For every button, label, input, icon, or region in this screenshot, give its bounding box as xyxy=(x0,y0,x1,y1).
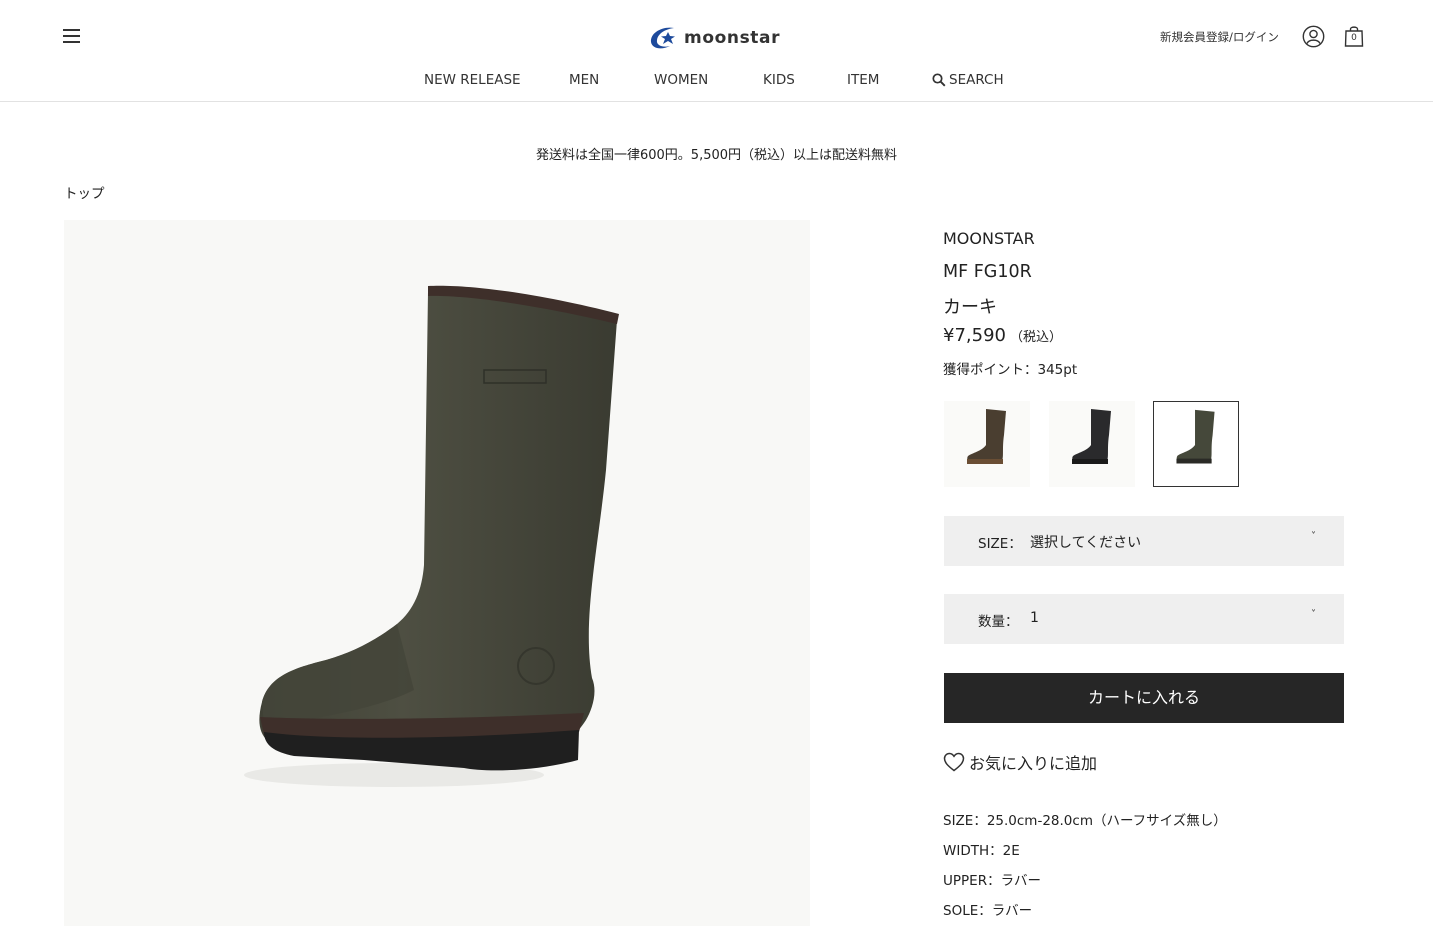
product-main-image[interactable] xyxy=(64,220,810,926)
site-logo[interactable]: moonstar xyxy=(648,24,780,52)
rain-boot-image xyxy=(244,285,619,787)
site-header: moonstar 新規会員登録/ログイン 0 NEW RELEASE MEN W… xyxy=(0,0,1433,102)
spec-width: WIDTH：2E xyxy=(943,843,1020,859)
quantity-select[interactable]: 数量： 1 ˅ xyxy=(944,594,1344,644)
search-icon xyxy=(932,73,946,87)
reward-points: 獲得ポイント：345pt xyxy=(943,362,1078,378)
nav-new-release[interactable]: NEW RELEASE xyxy=(424,72,521,88)
size-select-label: SIZE： xyxy=(978,536,1022,552)
add-to-cart-button[interactable]: カートに入れる xyxy=(944,673,1344,723)
spec-sole: SOLE：ラバー xyxy=(943,903,1033,919)
product-price: ¥7,590 （税込） xyxy=(943,325,1062,346)
quantity-select-value: 1 xyxy=(1030,610,1039,626)
size-select[interactable]: SIZE： 選択してください ˅ xyxy=(944,516,1344,566)
quantity-select-label: 数量： xyxy=(978,614,1019,630)
product-model: MF FG10R xyxy=(943,262,1032,282)
nav-men[interactable]: MEN xyxy=(569,72,599,88)
product-brand: MOONSTAR xyxy=(943,229,1035,248)
add-to-favorites-link[interactable]: お気に入りに追加 xyxy=(943,750,1097,774)
heart-icon xyxy=(943,752,965,772)
nav-kids[interactable]: KIDS xyxy=(763,72,795,88)
spec-size: SIZE：25.0cm-28.0cm（ハーフサイズ無し） xyxy=(943,813,1227,829)
logo-text: moonstar xyxy=(684,28,781,48)
shipping-notice: 発送料は全国一律600円。5,500円（税込）以上は配送料無料 xyxy=(535,148,898,163)
breadcrumb-top[interactable]: トップ xyxy=(64,182,105,202)
spec-upper: UPPER：ラバー xyxy=(943,873,1041,889)
boot-thumbnail-icon xyxy=(967,409,1006,464)
login-register-link[interactable]: 新規会員登録/ログイン xyxy=(1160,29,1279,45)
chevron-down-icon: ˅ xyxy=(1311,609,1316,620)
nav-search[interactable]: SEARCH xyxy=(932,72,1004,88)
cart-icon[interactable]: 0 xyxy=(1342,24,1366,48)
boot-thumbnail-icon xyxy=(1072,409,1111,464)
price-tax-label: （税込） xyxy=(1009,330,1062,345)
user-account-icon[interactable] xyxy=(1302,25,1325,48)
main-nav: NEW RELEASE MEN WOMEN KIDS ITEM SEARCH xyxy=(0,72,1433,92)
size-select-value: 選択してください xyxy=(1030,535,1142,551)
boot-thumbnail-icon xyxy=(1176,409,1215,464)
color-variant-khaki[interactable] xyxy=(1153,401,1239,487)
product-color-name: カーキ xyxy=(943,297,997,318)
color-variant-black[interactable] xyxy=(1049,401,1135,487)
hamburger-menu-icon[interactable] xyxy=(62,26,82,46)
price-value: ¥7,590 xyxy=(943,325,1006,346)
color-variant-brown[interactable] xyxy=(944,401,1030,487)
nav-item[interactable]: ITEM xyxy=(847,72,879,88)
nav-search-label: SEARCH xyxy=(949,72,1004,88)
nav-women[interactable]: WOMEN xyxy=(654,72,708,88)
cart-count-badge: 0 xyxy=(1351,33,1357,43)
favorite-label: お気に入りに追加 xyxy=(969,754,1098,773)
chevron-down-icon: ˅ xyxy=(1311,531,1316,542)
logo-mark-icon xyxy=(650,27,675,49)
